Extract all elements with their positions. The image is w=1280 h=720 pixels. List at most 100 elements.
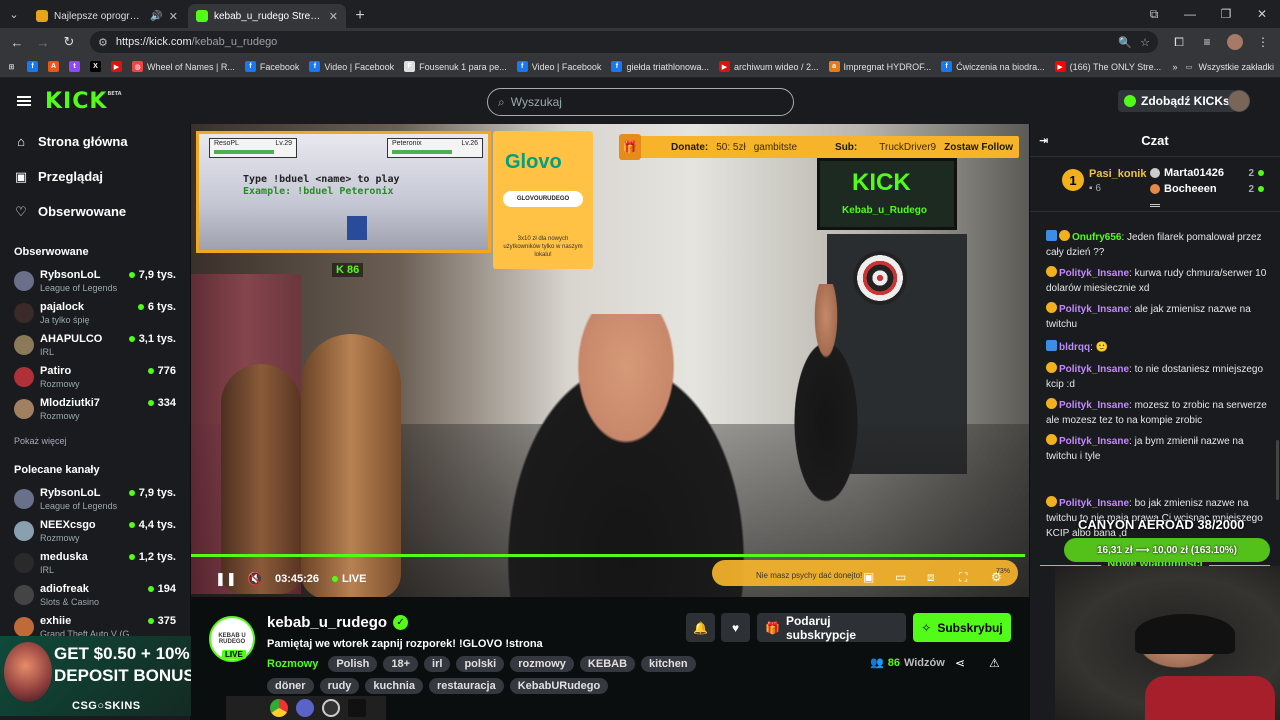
obs-taskbar-icon[interactable] (322, 699, 340, 717)
bookmark-icon-facebook[interactable]: f (27, 61, 38, 72)
sidebar-channel-neexcsgo[interactable]: NEEXcsgo Rozmowy 4,4 tys. (14, 518, 176, 550)
tag-chip[interactable]: KebabURudego (509, 678, 609, 694)
settings-icon[interactable]: ⚙ (991, 570, 1002, 584)
nav-following[interactable]: ♡ Obserwowane (14, 204, 126, 220)
bookmark-item[interactable]: f giełda triathlonowa... (611, 61, 709, 72)
bookmark-icon-twitch[interactable]: t (69, 61, 80, 72)
progress-bar[interactable] (191, 554, 1025, 557)
apps-icon[interactable]: ⊞ (6, 61, 17, 72)
tab-search-icon[interactable]: ⌄ (0, 0, 28, 28)
address-bar[interactable]: ⚙ https://kick.com/kebab_u_rudego 🔍 ☆ (90, 31, 1158, 53)
fullscreen-icon[interactable]: ⛶ (959, 570, 967, 585)
channel-name[interactable]: kebab_u_rudego ✓ (267, 614, 409, 631)
bookmark-item[interactable]: f Ćwiczenia na biodra... (941, 61, 1045, 72)
minimize-icon[interactable]: — (1172, 0, 1208, 28)
sidebar-channel-adiofreak[interactable]: adiofreak Slots & Casino 194 (14, 582, 176, 614)
app-taskbar-icon[interactable] (296, 699, 314, 717)
browser-tab-2[interactable]: kebab_u_rudego Stream - Watch ✕ (188, 4, 346, 28)
notification-bell-button[interactable]: 🔔 (686, 613, 715, 642)
sidebar-channel-patiro[interactable]: Patiro Rozmowy 776 (14, 364, 176, 396)
tag-chip[interactable]: KEBAB (579, 656, 636, 672)
extensions-icon[interactable]: ⧠ (1168, 31, 1190, 53)
chat-scrollbar[interactable] (1276, 440, 1279, 500)
speaker-icon[interactable]: 🔊 (150, 11, 162, 22)
tag-chip[interactable]: kitchen (641, 656, 696, 672)
report-icon[interactable]: ⚠ (989, 656, 1000, 670)
tab-list-icon[interactable]: ⧉ (1136, 0, 1172, 28)
bookmark-wheel[interactable]: ◍ Wheel of Names | R... (132, 61, 235, 72)
bookmark-star-icon[interactable]: ☆ (1140, 36, 1150, 49)
chat-username[interactable]: bldrqq (1059, 342, 1090, 353)
chat-username[interactable]: Onufry656 (1072, 232, 1121, 243)
browser-tab-1[interactable]: Najlepsze oprogramowanie 🔊 ✕ (28, 4, 186, 28)
back-icon[interactable]: ← (6, 31, 28, 53)
chat-username[interactable]: Polityk_Insane (1059, 304, 1129, 315)
nav-home[interactable]: ⌂ Strona główna (14, 134, 128, 149)
collapse-chat-icon[interactable]: ⇥ (1039, 134, 1048, 147)
chat-username[interactable]: Polityk_Insane (1059, 364, 1129, 375)
profile-avatar[interactable] (1224, 31, 1246, 53)
tag-chip[interactable]: kuchnia (365, 678, 423, 694)
expand-leaderboard-icon[interactable] (1150, 204, 1160, 207)
tag-chip[interactable]: 18+ (383, 656, 419, 672)
tag-chip[interactable]: restauracja (428, 678, 504, 694)
nav-browse[interactable]: ▣ Przeglądaj (14, 169, 103, 185)
sidebar-channel-rybsonlol[interactable]: RybsonLoL League of Legends 7,9 tys. (14, 486, 176, 518)
chat-username[interactable]: Polityk_Insane (1059, 268, 1129, 279)
chevron-right-icon[interactable]: » (1172, 62, 1177, 72)
reload-icon[interactable]: ↻ (58, 31, 80, 53)
sidebar-channel-pajalock[interactable]: pajalock Ja tylko śpię 6 tys. (14, 300, 176, 332)
subscribe-button[interactable]: ✧ Subskrybuj (913, 613, 1011, 642)
mute-icon[interactable]: 🔇 (247, 571, 263, 587)
bookmark-icon-orange[interactable]: A (48, 61, 59, 72)
sidebar-channel-meduska[interactable]: meduska IRL 1,2 tys. (14, 550, 176, 582)
chat-username[interactable]: Polityk_Insane (1059, 436, 1129, 447)
category-link[interactable]: Rozmowy (267, 658, 318, 670)
video-player[interactable]: KICK Kebab_u_Rudego ResoPL Lv.29 Peteron… (191, 124, 1029, 597)
follow-heart-button[interactable]: ♥ (721, 613, 750, 642)
pause-icon[interactable]: ❚❚ (215, 571, 237, 587)
bookmark-icon-x[interactable]: X (90, 61, 101, 72)
all-bookmarks-folder[interactable]: ▭ Wszystkie zakładki (1183, 61, 1274, 72)
chat-username[interactable]: Polityk_Insane (1059, 498, 1129, 509)
sidebar-channel-ahapulco[interactable]: AHAPULCO IRL 3,1 tys. (14, 332, 176, 364)
gifter-row[interactable]: Marta01426 2 (1150, 167, 1264, 179)
bookmark-item[interactable]: F Fousenuk 1 para pe... (404, 61, 507, 72)
tag-chip[interactable]: Polish (328, 656, 378, 672)
media-icon[interactable]: ≡ (1196, 31, 1218, 53)
bookmark-item[interactable]: f Video | Facebook (516, 61, 601, 72)
tag-chip[interactable]: polski (456, 656, 505, 672)
kick-logo[interactable]: KICKBETA (45, 89, 122, 114)
chat-username[interactable]: Polityk_Insane (1059, 400, 1129, 411)
tag-chip[interactable]: rudy (319, 678, 360, 694)
browser-menu-icon[interactable]: ⋮ (1252, 31, 1274, 53)
new-tab-button[interactable]: + (348, 4, 372, 28)
site-info-icon[interactable]: ⚙ (98, 36, 108, 49)
tag-chip[interactable]: döner (267, 678, 314, 694)
show-more-link[interactable]: Pokaż więcej (14, 436, 67, 446)
forward-icon[interactable]: → (32, 31, 54, 53)
bookmark-item[interactable]: f Video | Facebook (309, 61, 394, 72)
tag-chip[interactable]: irl (424, 656, 451, 672)
theater-icon[interactable]: ▭ (895, 570, 906, 584)
maximize-icon[interactable]: ❐ (1208, 0, 1244, 28)
bookmark-item[interactable]: ▶ archiwum wideo / 2... (719, 61, 819, 72)
bookmark-item[interactable]: a Impregnat HYDROF... (828, 61, 931, 72)
sidebar-channel-rybsonlol[interactable]: RybsonLoL League of Legends 7,9 tys. (14, 268, 176, 300)
search-input[interactable]: ⌕ Wyszukaj (487, 88, 794, 116)
chrome-taskbar-icon[interactable] (270, 699, 288, 717)
sidebar-channel-mlodziutki7[interactable]: Mlodziutki7 Rozmowy 334 (14, 396, 176, 428)
close-window-icon[interactable]: ✕ (1244, 0, 1280, 28)
get-kicks-button[interactable]: Zdobądź KICKs (1118, 90, 1236, 112)
terminal-taskbar-icon[interactable] (348, 699, 366, 717)
bookmark-item[interactable]: f Facebook (244, 61, 299, 72)
user-avatar[interactable] (1228, 90, 1250, 112)
hamburger-menu-icon[interactable] (17, 96, 31, 106)
close-tab-icon[interactable]: ✕ (329, 10, 338, 23)
close-tab-icon[interactable]: ✕ (169, 10, 178, 23)
zoom-icon[interactable]: 🔍 (1118, 36, 1132, 49)
bookmark-icon-yt[interactable]: ▶ (111, 61, 122, 72)
clip-icon[interactable]: ▣ (863, 570, 874, 584)
gift-sub-button[interactable]: 🎁 Podaruj subskrypcje (757, 613, 906, 642)
top-gifter-name[interactable]: Pasi_konik (1089, 168, 1146, 180)
